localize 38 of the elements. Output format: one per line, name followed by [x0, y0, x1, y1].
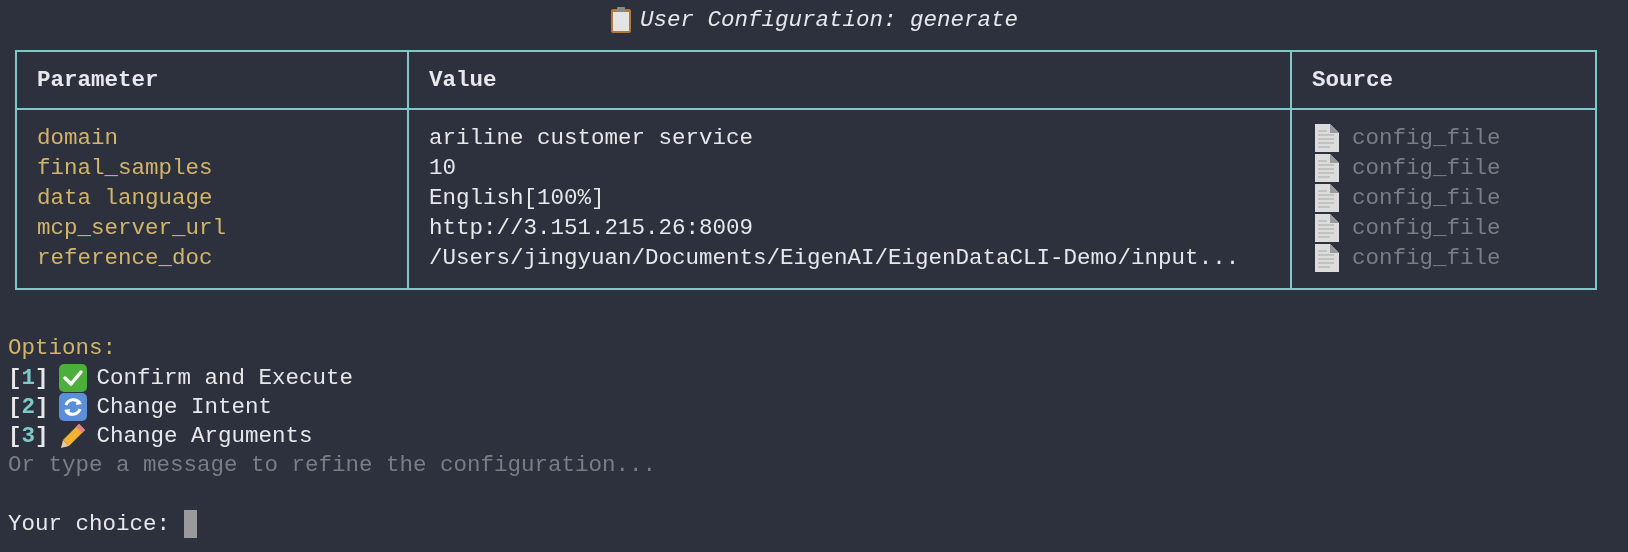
parameter-name: domain: [37, 124, 118, 153]
column-header: Source: [1312, 66, 1393, 95]
source-label: config_file: [1352, 124, 1501, 153]
parameter-value: ariline customer service: [429, 124, 754, 153]
option-label: Confirm and Execute: [96, 363, 354, 393]
options-heading: Options:: [8, 334, 117, 363]
document-icon: [1314, 213, 1340, 243]
source-label: config_file: [1352, 244, 1501, 273]
column-header: Value: [429, 66, 497, 95]
parameter-name: reference_doc: [37, 244, 213, 273]
document-icon: [1314, 123, 1340, 153]
option-number: [1]: [8, 363, 49, 393]
prompt-label: Your choice:: [8, 510, 171, 539]
source-label: config_file: [1352, 154, 1501, 183]
refresh-icon: [58, 392, 87, 421]
parameter-name: mcp_server_url: [37, 214, 227, 243]
column-header: Parameter: [37, 66, 159, 95]
option-number: [2]: [8, 392, 49, 422]
parameter-name: data language: [37, 184, 213, 213]
hint-text: Or type a message to refine the configuration...: [8, 451, 657, 480]
document-icon: [1314, 153, 1340, 183]
config-title: User Configuration: generate: [639, 6, 1019, 35]
source-label: config_file: [1352, 214, 1501, 243]
document-icon: [1314, 243, 1340, 273]
check-mark-icon: [58, 363, 87, 392]
clipboard-icon: [609, 6, 632, 34]
parameter-value: /Users/jingyuan/Documents/EigenAI/EigenDataCLI-Demo/input...: [429, 244, 1240, 273]
option-label: Change Intent: [96, 392, 273, 422]
option-number: [3]: [8, 421, 49, 451]
source-label: config_file: [1352, 184, 1501, 213]
document-icon: [1314, 183, 1340, 213]
parameter-value: 10: [429, 154, 456, 183]
option-label: Change Arguments: [96, 421, 313, 451]
parameter-value: http://3.151.215.26:8009: [429, 214, 754, 243]
text-cursor: [184, 510, 198, 538]
pencil-icon: [58, 421, 87, 450]
parameter-name: final_samples: [37, 154, 213, 183]
parameter-value: English[100%]: [429, 184, 605, 213]
